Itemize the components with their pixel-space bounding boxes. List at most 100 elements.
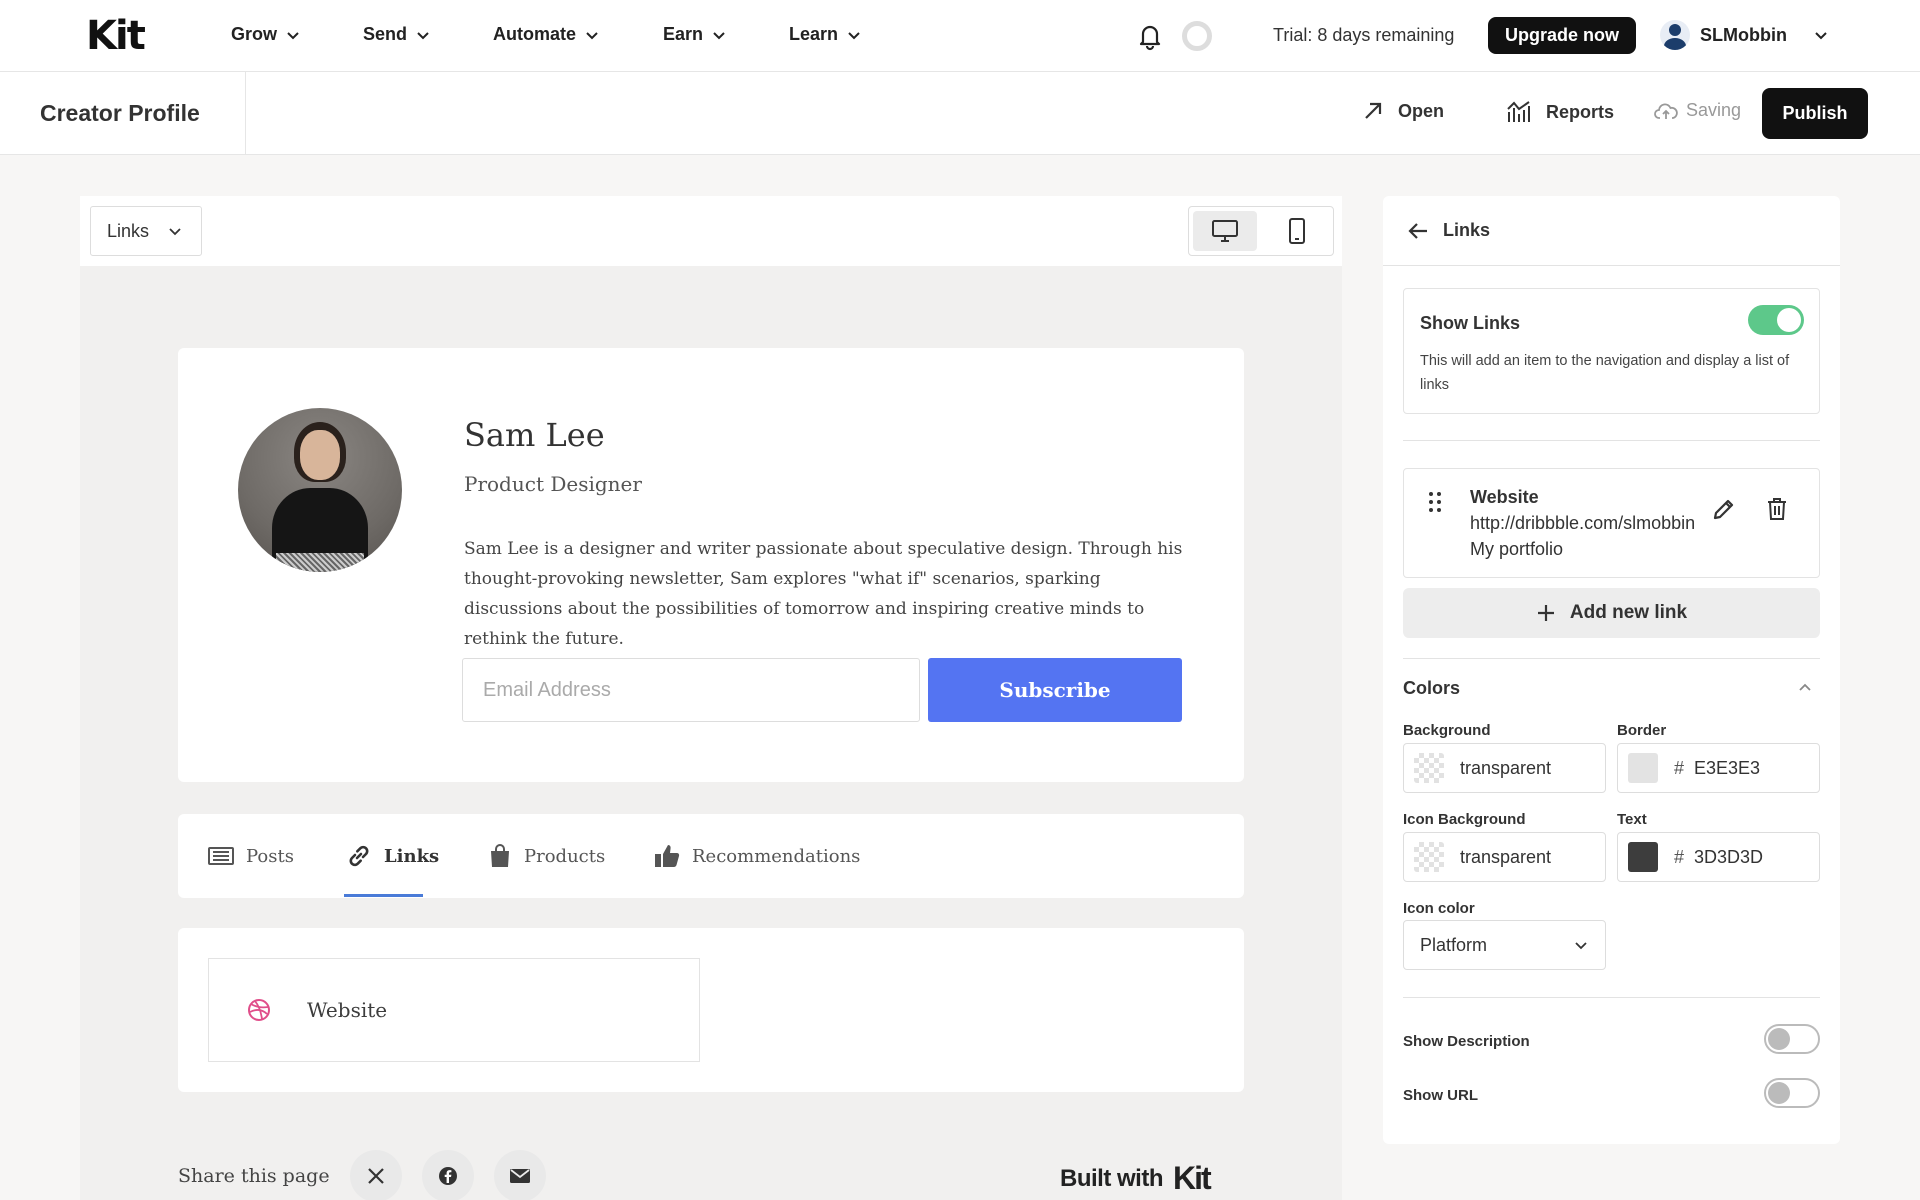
active-tab-indicator [344, 894, 423, 897]
page-preview: Links Sam Lee Product Designer Sam Lee i… [80, 196, 1342, 1200]
text-swatch[interactable] [1628, 842, 1658, 872]
email-icon [509, 1169, 530, 1183]
saving-label: Saving [1686, 100, 1742, 120]
profile-role: Product Designer [464, 472, 642, 496]
nav-send[interactable]: Send [363, 24, 431, 45]
link-item-description: My portfolio [1470, 539, 1564, 559]
text-color-value: 3D3D3D [1694, 846, 1764, 867]
show-links-description: This will add an item to the navigation … [1420, 353, 1790, 393]
chevron-up-icon[interactable] [1797, 680, 1813, 696]
text-color-field[interactable]: # 3D3D3D [1617, 832, 1820, 882]
tab-products-label: Products [524, 845, 606, 867]
shopping-bag-icon [491, 844, 509, 867]
link-item: Website http://dribbble.com/slmobbin My … [1403, 468, 1820, 578]
border-value: E3E3E3 [1694, 757, 1761, 778]
share-label: Share this page [178, 1165, 330, 1187]
preview-toolbar: Links [80, 196, 1342, 266]
chevron-down-icon [586, 31, 598, 39]
icon-background-swatch[interactable] [1414, 842, 1444, 872]
nav-earn[interactable]: Earn [663, 24, 727, 45]
nav-learn[interactable]: Learn [789, 24, 862, 45]
icon-color-value: Platform [1420, 934, 1488, 955]
background-swatch[interactable] [1414, 753, 1444, 783]
show-url-toggle[interactable] [1764, 1078, 1820, 1108]
reports-button[interactable]: Reports [1506, 100, 1614, 124]
border-swatch[interactable] [1628, 753, 1658, 783]
profile-photo [238, 408, 402, 572]
background-color-field[interactable]: transparent [1403, 743, 1606, 793]
background-value: transparent [1460, 757, 1552, 778]
loading-spinner-icon [1182, 21, 1212, 51]
link-tile-website[interactable]: Website [208, 958, 700, 1062]
tab-links[interactable]: Links [346, 840, 439, 872]
share-x-button[interactable] [349, 1150, 402, 1200]
chevron-down-icon [287, 31, 299, 39]
arrow-left-icon[interactable] [1407, 221, 1429, 241]
divider [1403, 440, 1820, 441]
show-links-title: Show Links [1420, 313, 1521, 333]
show-url-label: Show URL [1403, 1087, 1478, 1104]
publish-button[interactable]: Publish [1762, 88, 1868, 139]
link-tile-label: Website [307, 998, 388, 1022]
background-label: Background [1403, 722, 1491, 739]
open-button[interactable]: Open [1362, 100, 1444, 122]
nav-learn-label: Learn [789, 24, 839, 44]
cloud-upload-icon [1654, 103, 1678, 119]
saving-status: Saving [1654, 100, 1741, 121]
chevron-down-icon [1575, 942, 1587, 950]
link-item-url: http://dribbble.com/slmobbin [1470, 513, 1696, 533]
share-email-button[interactable] [493, 1150, 546, 1200]
profile-bio: Sam Lee is a designer and writer passion… [464, 539, 1183, 649]
icon-color-select[interactable]: Platform [1403, 920, 1606, 970]
nav-grow[interactable]: Grow [231, 24, 301, 45]
add-new-link-label: Add new link [1569, 602, 1688, 623]
mobile-view-button[interactable] [1265, 211, 1329, 251]
show-links-toggle[interactable] [1748, 305, 1804, 335]
page-title: Creator Profile [40, 100, 200, 126]
trash-icon[interactable] [1766, 497, 1788, 521]
facebook-icon [438, 1167, 457, 1185]
username: SLMobbin [1700, 24, 1787, 45]
section-select-value: Links [107, 220, 150, 241]
kit-logo[interactable]: Kit [86, 16, 146, 56]
desktop-icon [1212, 220, 1238, 242]
pencil-icon[interactable] [1712, 497, 1736, 521]
x-logo-icon [367, 1168, 384, 1184]
nav-grow-label: Grow [231, 24, 278, 44]
show-description-toggle[interactable] [1764, 1024, 1820, 1054]
section-select[interactable]: Links [90, 206, 202, 256]
panel-title: Links [1443, 220, 1491, 240]
divider [1403, 658, 1820, 659]
icon-background-label: Icon Background [1403, 811, 1526, 828]
email-input[interactable] [462, 658, 920, 722]
bell-icon[interactable] [1136, 21, 1164, 51]
avatar [1660, 20, 1690, 50]
tab-posts[interactable]: Posts [208, 840, 294, 872]
icon-background-color-field[interactable]: transparent [1403, 832, 1606, 882]
mobile-icon [1289, 218, 1305, 244]
add-new-link-button[interactable]: Add new link [1403, 588, 1820, 638]
divider [245, 72, 246, 155]
desktop-view-button[interactable] [1193, 211, 1257, 251]
nav-earn-label: Earn [663, 24, 704, 44]
subscribe-button[interactable]: Subscribe [928, 658, 1182, 722]
upgrade-now-button[interactable]: Upgrade now [1488, 17, 1636, 54]
built-with-label: Built with [1060, 1164, 1163, 1192]
tab-recommendations[interactable]: Recommendations [654, 840, 860, 872]
open-label: Open [1398, 100, 1445, 121]
built-with-kit[interactable]: Built with Kit [1060, 1160, 1212, 1197]
editor-header: Creator Profile Open Reports Saving Publ… [0, 72, 1920, 155]
nav-send-label: Send [363, 24, 408, 44]
nav-automate[interactable]: Automate [493, 24, 600, 45]
divider [1403, 997, 1820, 998]
user-menu[interactable]: SLMobbin [1660, 20, 1829, 50]
tab-products[interactable]: Products [488, 840, 605, 872]
border-color-field[interactable]: # E3E3E3 [1617, 743, 1820, 793]
drag-handle-icon[interactable] [1428, 491, 1442, 513]
chart-icon [1507, 101, 1530, 122]
hash-symbol: # [1674, 846, 1685, 867]
thumbs-up-icon [655, 845, 680, 867]
share-facebook-button[interactable] [421, 1150, 474, 1200]
tab-recommendations-label: Recommendations [692, 845, 861, 867]
tab-links-label: Links [384, 845, 440, 867]
